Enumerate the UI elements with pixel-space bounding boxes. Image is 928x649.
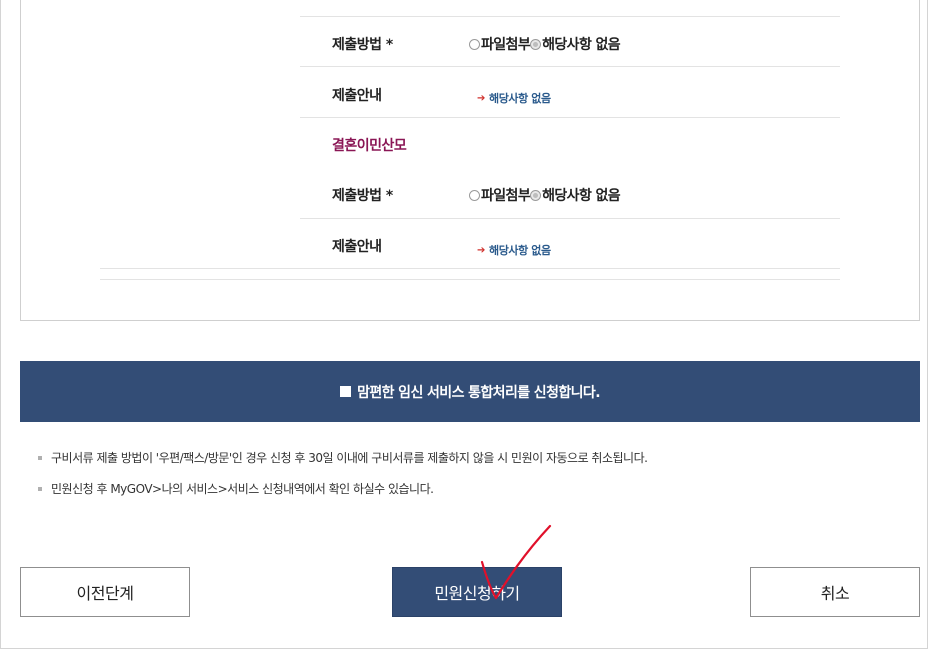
radio-file-attach[interactable] [469, 38, 480, 50]
square-icon [340, 386, 352, 397]
section-title: 결혼이민산모 [332, 138, 407, 154]
submission-method-radio-group: 파일첨부 해당사항 없음 [469, 34, 621, 54]
submission-method-radio-group: 파일첨부 해당사항 없음 [469, 185, 621, 205]
confirmation-banner: 맘편한 임신 서비스 통합처리를 신청합니다. [20, 361, 920, 422]
radio-not-applicable[interactable] [530, 189, 542, 201]
row-divider [100, 268, 840, 269]
radio-file-attach-label[interactable]: 파일첨부 [481, 34, 531, 54]
notice-text: 구비서류 제출 방법이 '우편/팩스/방문'인 경우 신청 후 30일 이내에 … [51, 451, 648, 465]
previous-step-button[interactable]: 이전단계 [20, 567, 190, 617]
banner-text: 맘편한 임신 서비스 통합처리를 신청합니다. [357, 384, 600, 401]
submission-guide: ➔ 해당사항 없음 [477, 242, 551, 258]
arrow-right-icon: ➔ [477, 244, 485, 256]
radio-file-attach[interactable] [469, 189, 480, 201]
row-divider [300, 66, 840, 67]
submission-guide: ➔ 해당사항 없음 [477, 90, 551, 106]
radio-not-applicable-label[interactable]: 해당사항 없음 [542, 185, 621, 205]
submission-guide-text: 해당사항 없음 [488, 92, 551, 105]
radio-not-applicable-label[interactable]: 해당사항 없음 [542, 34, 621, 54]
arrow-right-icon: ➔ [477, 92, 485, 104]
submission-guide-text: 해당사항 없음 [488, 244, 551, 257]
cancel-button[interactable]: 취소 [750, 567, 920, 617]
row-divider [300, 16, 840, 17]
row-divider [300, 218, 840, 219]
submission-guide-label: 제출안내 [332, 88, 382, 104]
radio-file-attach-label[interactable]: 파일첨부 [481, 185, 531, 205]
notice-item: 구비서류 제출 방법이 '우편/팩스/방문'인 경우 신청 후 30일 이내에 … [38, 449, 648, 466]
bullet-icon [38, 455, 42, 460]
submission-method-label: 제출방법 * [332, 37, 393, 53]
row-divider [300, 117, 840, 118]
table-bottom-line [100, 279, 840, 280]
radio-not-applicable[interactable] [530, 38, 542, 50]
submission-guide-label: 제출안내 [332, 239, 382, 255]
submit-application-button[interactable]: 민원신청하기 [392, 567, 562, 617]
submission-method-label: 제출방법 * [332, 188, 393, 204]
bullet-icon [38, 486, 42, 491]
notice-item: 민원신청 후 MyGOV>나의 서비스>서비스 신청내역에서 확인 하실수 있습… [38, 480, 434, 497]
notice-text: 민원신청 후 MyGOV>나의 서비스>서비스 신청내역에서 확인 하실수 있습… [51, 482, 434, 496]
